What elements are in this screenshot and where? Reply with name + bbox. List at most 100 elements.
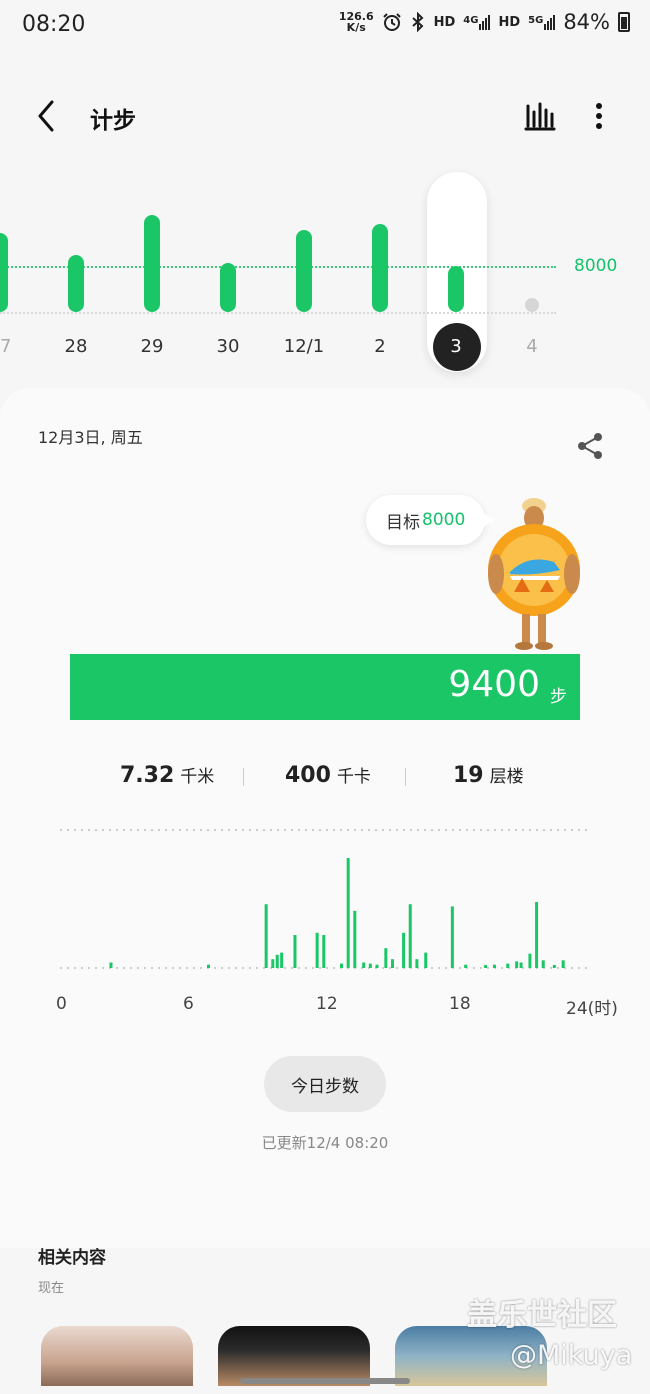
hourly-bar: [368, 963, 372, 968]
hourly-bar: [322, 935, 326, 968]
hourly-bar: [384, 948, 388, 968]
hourly-bar: [391, 959, 394, 968]
hd-badge: HD: [433, 14, 456, 30]
hourly-bar: [275, 954, 279, 968]
hour-tick-label: 24(时): [566, 999, 618, 1019]
hourly-bar: [362, 962, 366, 968]
hourly-bar: [315, 932, 319, 968]
today-steps-button[interactable]: 今日步数: [264, 1056, 386, 1112]
hourly-bar: [402, 932, 406, 968]
hourly-bar: [541, 960, 545, 968]
net-speed: 126.6 K/s: [338, 10, 374, 34]
hd-badge-2: HD: [498, 14, 521, 30]
day-dot-4[interactable]: [525, 298, 539, 312]
hourly-bar: [375, 964, 379, 968]
hourly-bar: [528, 953, 532, 968]
floors-stat: 19 层楼: [453, 763, 524, 788]
day-label[interactable]: 2: [350, 336, 410, 357]
mascot-illustration: [488, 498, 580, 650]
stats-row: 7.32 千米 400 千卡 19 层楼: [0, 762, 650, 792]
hourly-bar: [340, 963, 344, 968]
hourly-bar: [264, 904, 268, 968]
daily-detail-card: 12月3日, 周五 目标 8000 9400 步 7.32千米 400千卡: [0, 388, 650, 1248]
steps-value: 9400: [448, 664, 540, 705]
goal-prefix: 目标: [386, 512, 420, 533]
goal-value: 8000: [422, 510, 466, 530]
day-label[interactable]: 4: [502, 336, 562, 357]
hourly-bar: [408, 904, 412, 968]
hourly-bar: [506, 963, 510, 968]
day-label[interactable]: 3: [426, 336, 486, 357]
share-icon: [578, 433, 602, 459]
hour-tick-label: 0: [56, 994, 67, 1014]
day-bar-30[interactable]: [220, 262, 236, 312]
last-updated-text: 已更新12/4 08:20: [261, 1134, 389, 1152]
related-content-subtitle: 现在: [38, 1281, 65, 1296]
hourly-bar: [535, 902, 539, 968]
hour-tick-label: 12: [316, 994, 338, 1014]
hourly-bar: [552, 965, 556, 968]
hourly-bars: [60, 829, 592, 969]
related-content-title: 相关内容: [38, 1248, 106, 1268]
day-bar-2[interactable]: [372, 224, 388, 312]
hourly-bar: [464, 964, 468, 968]
back-arrow-icon: [38, 100, 54, 132]
hourly-bar: [484, 965, 488, 968]
signal-4g-icon: 4G: [463, 14, 491, 30]
stat-divider: [243, 768, 244, 786]
status-bar: 08:20 126.6 K/s HD 4G HD 5G 84%: [0, 0, 650, 50]
more-options-button[interactable]: [585, 98, 613, 134]
weekly-steps-chart: 8000 27 28 29 30 12/1 234: [0, 170, 650, 380]
day-bar-28[interactable]: [68, 254, 84, 312]
hour-tick-label: 6: [183, 994, 194, 1014]
goal-bubble: 目标 8000: [366, 495, 496, 545]
day-label[interactable]: 28: [46, 336, 106, 357]
page-title: 计步: [90, 108, 136, 134]
hourly-bar: [519, 962, 523, 968]
steps-unit: 步: [550, 687, 567, 707]
signal-5g-icon: 5G: [528, 14, 556, 30]
day-label[interactable]: 27: [0, 336, 30, 357]
app-bar: 计步: [0, 86, 650, 148]
battery-percent: 84%: [563, 10, 610, 34]
alarm-icon: [382, 13, 401, 31]
hourly-bar: [293, 935, 297, 968]
hourly-bar: [346, 858, 350, 968]
hourly-bar: [271, 959, 275, 968]
watermark: 盖乐世社区: [467, 1298, 617, 1333]
day-label[interactable]: 12/1: [274, 336, 334, 357]
status-icons: 126.6 K/s HD 4G HD 5G 84%: [339, 10, 630, 34]
hourly-bar: [415, 959, 419, 968]
day-bar-12/1[interactable]: [296, 229, 312, 312]
status-time: 08:20: [22, 12, 86, 37]
home-indicator[interactable]: [240, 1378, 410, 1384]
bluetooth-icon: [411, 12, 424, 32]
steps-progress-bar: 9400 步: [70, 654, 580, 720]
hour-tick-label: 18: [449, 994, 471, 1014]
trends-button[interactable]: [522, 98, 558, 134]
related-card-1[interactable]: [41, 1326, 193, 1386]
day-bar-27[interactable]: [0, 232, 8, 312]
share-button[interactable]: [574, 430, 606, 462]
hourly-bar: [280, 952, 284, 968]
hourly-bar: [109, 962, 113, 968]
more-vertical-icon: [596, 103, 602, 129]
back-button[interactable]: [28, 96, 68, 136]
base-line: [0, 312, 556, 314]
watermark-handle: @Mikuya: [510, 1340, 633, 1371]
related-card-2[interactable]: [218, 1326, 370, 1386]
battery-icon: [618, 12, 630, 32]
hourly-steps-chart: 0 6 12 18 24(时): [56, 826, 618, 1086]
hourly-bar: [207, 964, 211, 968]
selected-date: 12月3日, 周五: [38, 428, 143, 447]
hourly-bar: [492, 964, 496, 968]
goal-line-label: 8000: [574, 256, 618, 276]
calories-stat: 400 千卡: [285, 763, 371, 788]
distance-stat: 7.32 千米: [120, 763, 215, 788]
day-bar-3[interactable]: [448, 265, 464, 312]
hourly-bar: [561, 960, 565, 968]
day-bar-29[interactable]: [144, 215, 160, 312]
hourly-bar: [450, 906, 454, 968]
day-label[interactable]: 29: [122, 336, 182, 357]
day-label[interactable]: 30: [198, 336, 258, 357]
